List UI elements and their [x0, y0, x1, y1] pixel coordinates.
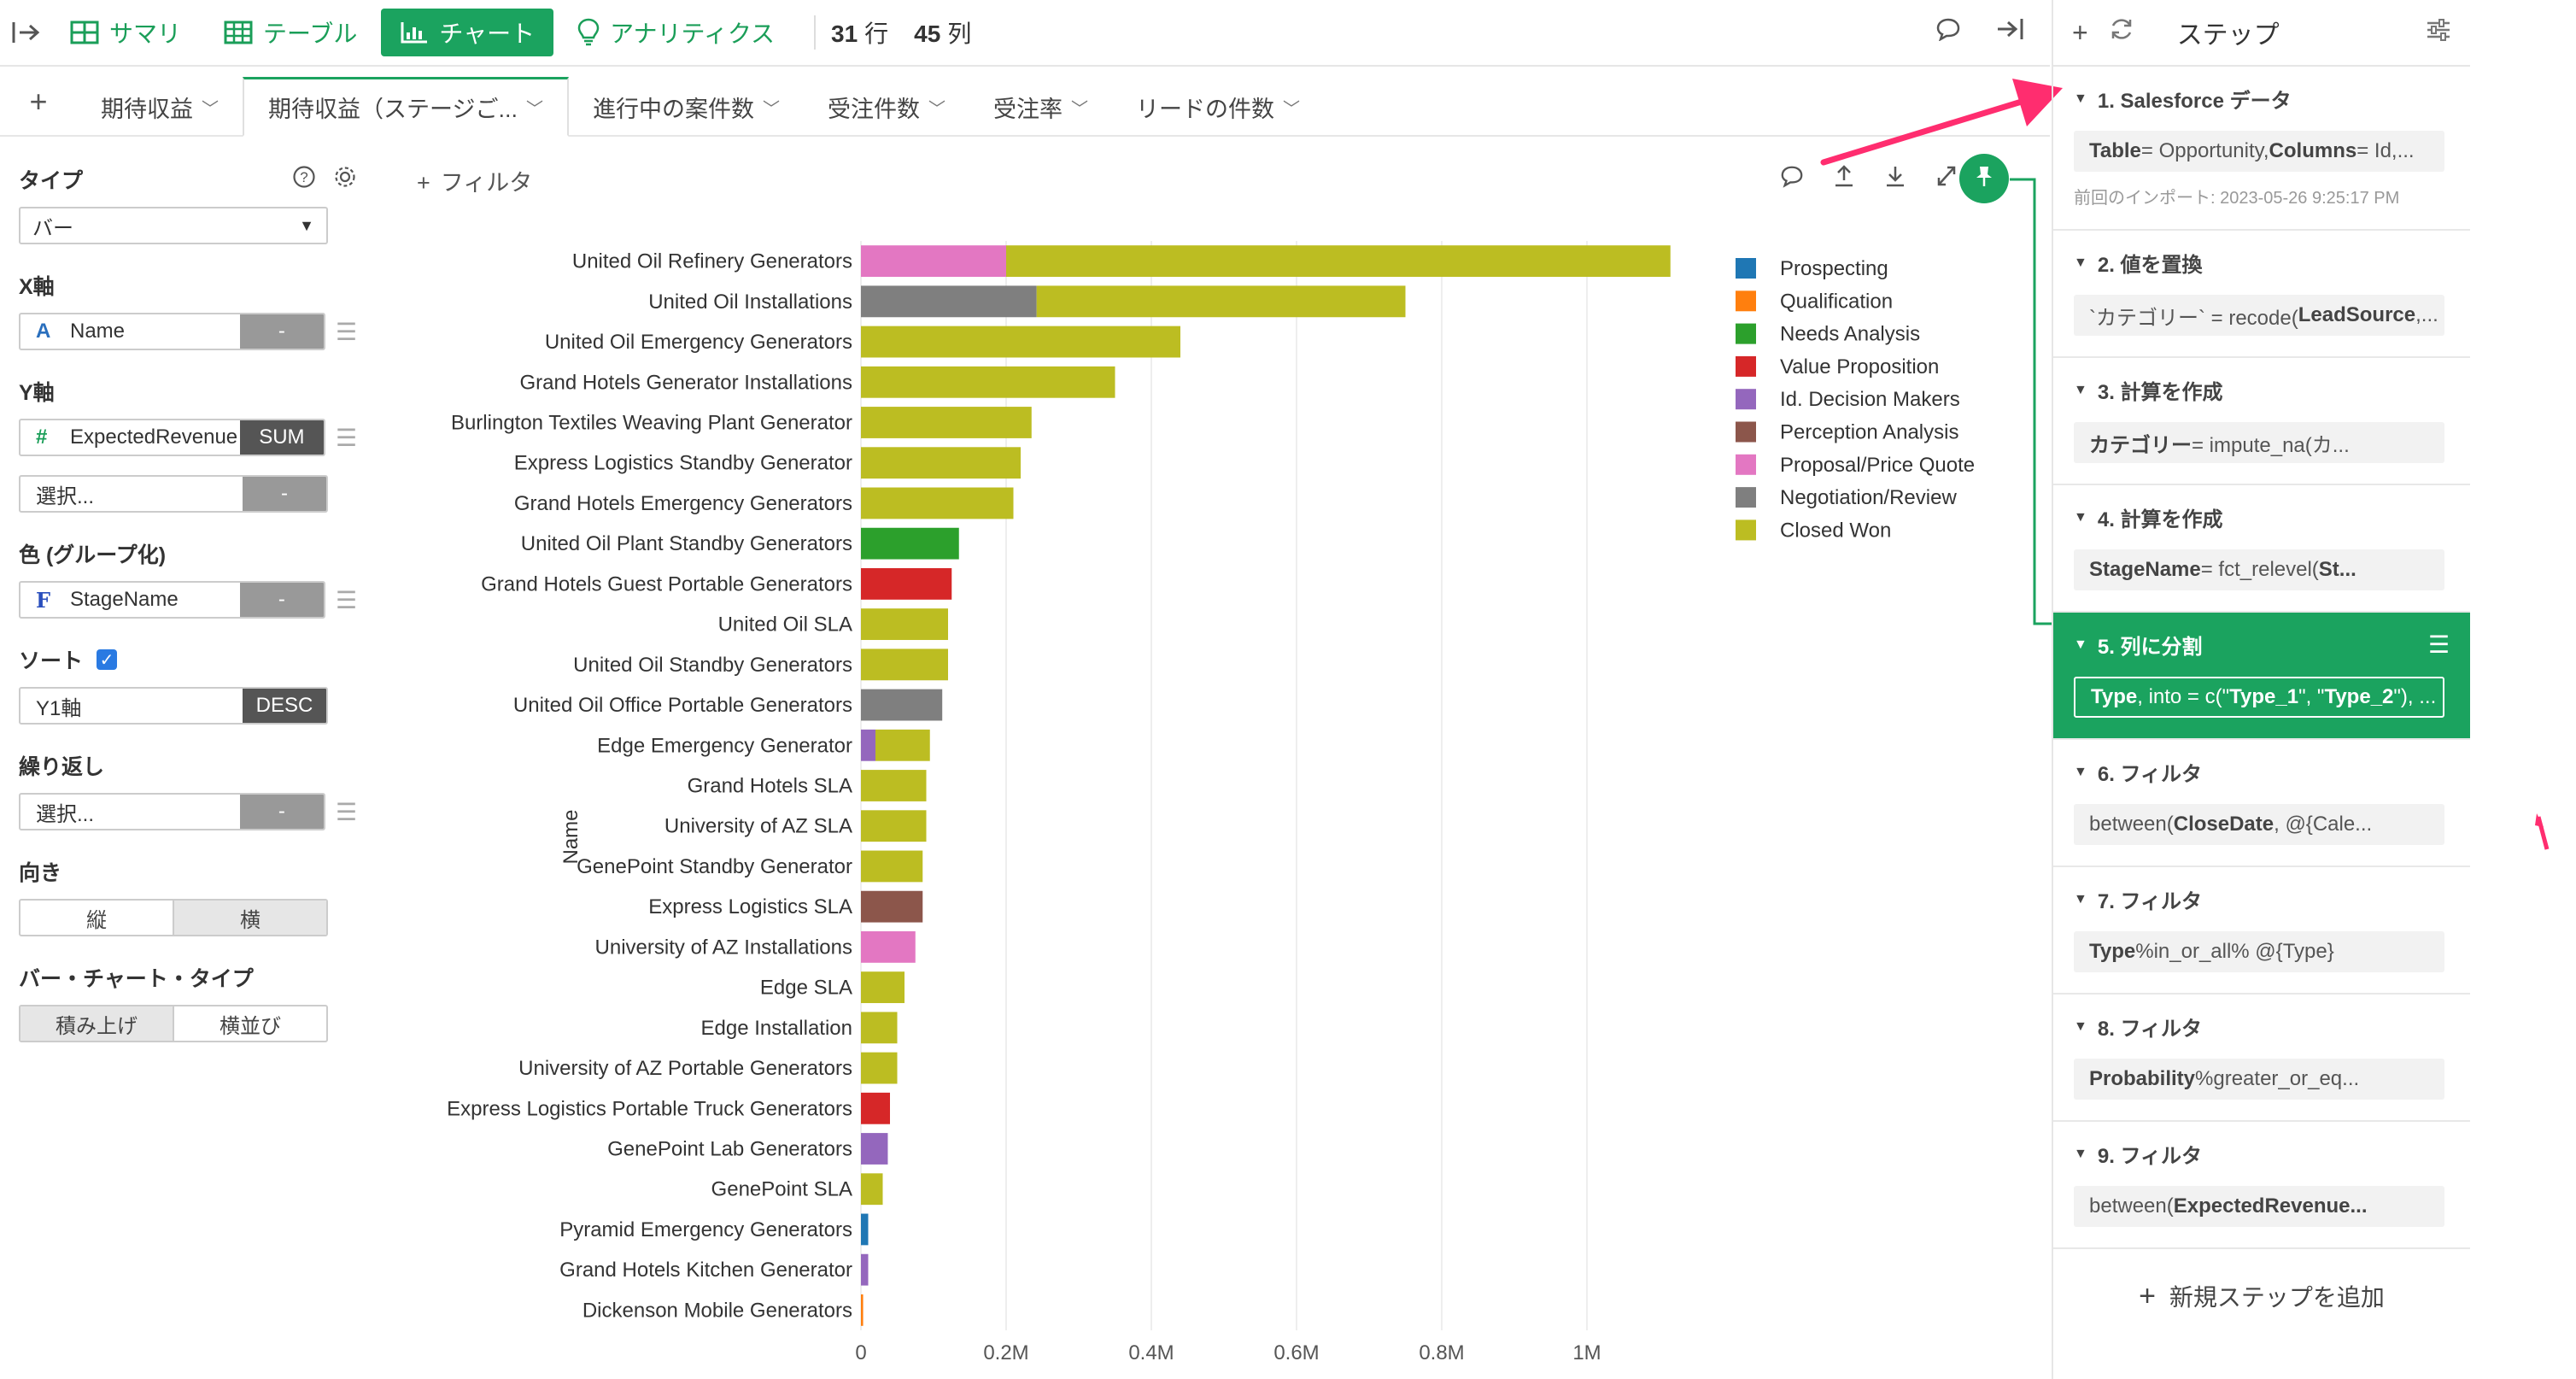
- pointer-arrow-icon: [2535, 813, 2550, 850]
- step-title[interactable]: ▼ 1. Salesforce データ: [2074, 84, 2450, 114]
- step-command-part: , into = c(": [2137, 685, 2230, 708]
- step-command-part: ExpectedRevenue...: [2173, 1194, 2368, 1218]
- caret-down-icon[interactable]: ▼: [2074, 765, 2087, 780]
- caret-down-icon[interactable]: ▼: [2074, 91, 2087, 107]
- step-command-part: CloseDate: [2173, 813, 2274, 836]
- step-title[interactable]: ▼ 5. 列に分割 ☰: [2074, 630, 2450, 660]
- step-command-part: = Opportunity,: [2140, 139, 2269, 162]
- step-title-label: 6. フィルタ: [2097, 763, 2203, 786]
- caret-down-icon[interactable]: ▼: [2074, 1147, 2087, 1162]
- step-command[interactable]: Type, into = c(" Type_1 ", " Type_2 "), ...: [2074, 677, 2444, 718]
- step-item[interactable]: ▼ 7. フィルタ Type %in_or_all% @{Type}: [2053, 867, 2470, 995]
- caret-down-icon[interactable]: ▼: [2074, 383, 2087, 398]
- step-command[interactable]: `カテゴリー` = recode(LeadSource,...: [2074, 295, 2444, 336]
- refresh-icon[interactable]: [2109, 16, 2134, 49]
- caret-down-icon[interactable]: ▼: [2074, 255, 2087, 271]
- step-title-label: 4. 計算を作成: [2097, 508, 2223, 531]
- step-title-label: 2. 値を置換: [2097, 254, 2203, 277]
- step-command-part: , @{Cale...: [2274, 813, 2373, 836]
- step-title-label: 1. Salesforce データ: [2097, 90, 2292, 113]
- step-title[interactable]: ▼ 4. 計算を作成: [2074, 502, 2450, 532]
- step-title[interactable]: ▼ 2. 値を置換: [2074, 248, 2450, 278]
- step-item[interactable]: ▼ 2. 値を置換 `カテゴリー` = recode(LeadSource,...: [2053, 231, 2470, 358]
- step-command-part: ,...: [2415, 303, 2438, 326]
- step-command[interactable]: Table = Opportunity, Columns = Id,...: [2074, 131, 2444, 172]
- annotation-arrow: [1820, 97, 2028, 166]
- steps-panel: + ステップ ▼ 1. Salesforce データ Table = Opportu…: [2052, 0, 2470, 1379]
- step-command-part: StageName: [2089, 558, 2201, 581]
- step-title-label: 7. フィルタ: [2097, 890, 2203, 913]
- step-item[interactable]: ▼ 4. 計算を作成 StageName = fct_relevel(St...: [2053, 485, 2470, 613]
- step-import-time: 前回のインポート: 2023-05-26 9:25:17 PM: [2074, 189, 2400, 208]
- add-step-plus-icon[interactable]: +: [2072, 17, 2088, 49]
- step-title[interactable]: ▼ 9. フィルタ: [2074, 1139, 2450, 1169]
- step-command[interactable]: between(ExpectedRevenue...: [2074, 1186, 2444, 1227]
- plus-icon: +: [2139, 1279, 2156, 1312]
- sliders-icon[interactable]: [2426, 18, 2451, 48]
- step-command-part: %in_or_all% @{Type}: [2135, 940, 2334, 963]
- steps-list: ▼ 1. Salesforce データ Table = Opportunity, C…: [2053, 67, 2470, 1249]
- step-command-part: = fct_relevel(: [2200, 558, 2319, 581]
- step-command-part: = impute_na(カ...: [2192, 433, 2350, 457]
- step-title[interactable]: ▼ 7. フィルタ: [2074, 884, 2450, 914]
- step-command-part: `カテゴリー` = recode(: [2089, 306, 2298, 330]
- step-command[interactable]: Probability %greater_or_eq...: [2074, 1059, 2444, 1100]
- caret-down-icon[interactable]: ▼: [2074, 510, 2087, 525]
- step-command-part: Columns: [2269, 139, 2357, 162]
- step-command-part: LeadSource: [2298, 303, 2416, 326]
- step-title-label: 8. フィルタ: [2097, 1018, 2203, 1041]
- menu-icon[interactable]: ☰: [2428, 631, 2450, 659]
- step-item[interactable]: ▼ 3. 計算を作成カテゴリー = impute_na(カ...: [2053, 358, 2470, 485]
- step-title[interactable]: ▼ 6. フィルタ: [2074, 757, 2450, 787]
- step-title[interactable]: ▼ 8. フィルタ: [2074, 1012, 2450, 1042]
- caret-down-icon[interactable]: ▼: [2074, 892, 2087, 907]
- step-command[interactable]: Type %in_or_all% @{Type}: [2074, 931, 2444, 972]
- step-command-part: Probability: [2089, 1067, 2196, 1090]
- step-command[interactable]: between(CloseDate, @{Cale...: [2074, 804, 2444, 845]
- step-item[interactable]: ▼ 1. Salesforce データ Table = Opportunity, C…: [2053, 67, 2470, 231]
- step-title-label: 5. 列に分割: [2097, 636, 2203, 659]
- step-command-part: Type_1: [2229, 685, 2299, 708]
- step-item[interactable]: ▼ 6. フィルタ between(CloseDate, @{Cale...: [2053, 740, 2470, 867]
- step-command-part: Type_2: [2324, 685, 2394, 708]
- step-command[interactable]: カテゴリー = impute_na(カ...: [2074, 422, 2444, 463]
- caret-down-icon[interactable]: ▼: [2074, 1019, 2087, 1035]
- add-new-step-button[interactable]: + 新規ステップを追加: [2053, 1249, 2470, 1343]
- step-command-part: カテゴリー: [2089, 433, 2192, 457]
- step-command-part: Type: [2091, 685, 2138, 708]
- step-title[interactable]: ▼ 3. 計算を作成: [2074, 375, 2450, 405]
- step-item[interactable]: ▼ 5. 列に分割 ☰ Type, into = c(" Type_1 ", " Type_…: [2053, 613, 2470, 740]
- step-title-label: 3. 計算を作成: [2097, 381, 2223, 404]
- step-command-part: between(: [2089, 813, 2174, 836]
- step-command-part: St...: [2318, 558, 2356, 581]
- step-command-part: ", ": [2298, 685, 2325, 708]
- step-command-part: Type: [2089, 940, 2136, 963]
- step-command-part: = Id,...: [2356, 139, 2415, 162]
- step-title-label: 9. フィルタ: [2097, 1145, 2203, 1168]
- step-command-part: Table: [2089, 139, 2141, 162]
- step-command-part: between(: [2089, 1194, 2174, 1218]
- step-command[interactable]: StageName = fct_relevel(St...: [2074, 549, 2444, 590]
- step-command-part: %greater_or_eq...: [2195, 1067, 2360, 1090]
- step-command-part: "), ...: [2393, 685, 2437, 708]
- steps-title: ステップ: [2176, 21, 2280, 50]
- step-item[interactable]: ▼ 9. フィルタ between(ExpectedRevenue...: [2053, 1122, 2470, 1249]
- caret-down-icon[interactable]: ▼: [2074, 637, 2087, 653]
- step-item[interactable]: ▼ 8. フィルタ Probability %greater_or_eq...: [2053, 995, 2470, 1122]
